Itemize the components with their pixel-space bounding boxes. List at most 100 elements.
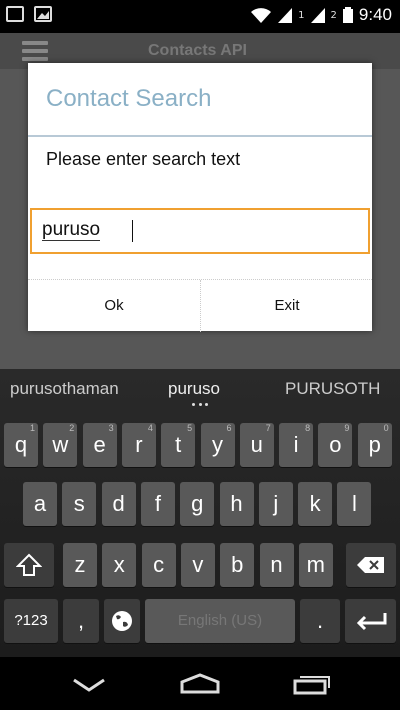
key-label: f <box>154 491 161 516</box>
key-label: v <box>192 552 204 577</box>
key-t[interactable]: t5 <box>161 423 196 467</box>
key-label: x <box>113 552 125 577</box>
key-y[interactable]: y6 <box>200 423 235 467</box>
wifi-icon <box>251 8 272 23</box>
key-label: l <box>351 491 357 516</box>
key-label: o <box>329 432 342 457</box>
key-w[interactable]: w2 <box>43 423 78 467</box>
suggestion-strip: purusothaman puruso PURUSOTH <box>0 369 400 409</box>
key-label: k <box>309 491 321 516</box>
key-label: c <box>153 552 165 577</box>
key-s[interactable]: s <box>62 482 97 526</box>
key-alt-label: 6 <box>226 423 232 433</box>
key-alt-label: 1 <box>29 423 35 433</box>
key-label: d <box>112 491 125 516</box>
suggestion-1[interactable]: purusothaman <box>10 379 119 399</box>
signal-sim1-icon <box>278 8 293 23</box>
key-b[interactable]: b <box>220 543 255 587</box>
language-key[interactable] <box>104 599 140 643</box>
image-notification-icon <box>34 6 52 22</box>
key-label: u <box>250 432 263 457</box>
soft-keyboard: purusothaman puruso PURUSOTH q1w2e3r4t5y… <box>0 369 400 657</box>
text-caret <box>132 220 133 242</box>
dialog-divider <box>28 135 372 137</box>
key-u[interactable]: u7 <box>239 423 274 467</box>
key-label: i <box>293 432 299 457</box>
key-x[interactable]: x <box>102 543 137 587</box>
back-down-icon[interactable] <box>71 675 107 695</box>
recent-apps-icon[interactable] <box>292 672 332 696</box>
backspace-icon <box>357 557 384 573</box>
globe-icon <box>112 611 132 631</box>
key-a[interactable]: a <box>23 482 57 526</box>
key-label: a <box>33 491 47 516</box>
comma-key[interactable]: , <box>63 599 99 643</box>
key-v[interactable]: v <box>180 543 215 587</box>
dialog-message: Please enter search text <box>46 149 241 169</box>
menu-icon[interactable] <box>22 41 48 61</box>
space-key[interactable]: English (US) <box>145 599 295 643</box>
key-alt-label: 8 <box>305 423 311 433</box>
notification-icon <box>6 6 24 22</box>
key-d[interactable]: d <box>101 482 136 526</box>
key-label: g <box>191 491 204 516</box>
key-label: h <box>230 491 243 516</box>
key-n[interactable]: n <box>259 543 294 587</box>
more-suggestions-icon[interactable] <box>192 403 208 407</box>
key-m[interactable]: m <box>298 543 333 587</box>
key-label: q <box>14 432 28 457</box>
key-alt-label: 7 <box>265 423 271 433</box>
key-alt-label: 5 <box>187 423 193 433</box>
key-g[interactable]: g <box>180 482 215 526</box>
exit-button[interactable]: Exit <box>200 280 373 332</box>
key-label: w <box>52 432 69 457</box>
key-label: r <box>135 432 143 457</box>
key-alt-label: 2 <box>69 423 75 433</box>
key-c[interactable]: c <box>141 543 176 587</box>
dialog-button-row: Ok Exit <box>28 279 372 332</box>
suggestion-3[interactable]: PURUSOTH <box>285 379 380 399</box>
key-label: m <box>306 552 325 577</box>
key-label: e <box>93 432 106 457</box>
key-k[interactable]: k <box>298 482 333 526</box>
search-input[interactable]: puruso <box>30 208 370 254</box>
shift-key[interactable] <box>4 543 54 587</box>
ok-button[interactable]: Ok <box>28 280 200 332</box>
app-title: Contacts API <box>148 42 247 59</box>
battery-icon <box>342 7 353 23</box>
enter-key[interactable] <box>345 599 396 643</box>
key-q[interactable]: q1 <box>4 423 38 467</box>
backspace-key[interactable] <box>346 543 396 587</box>
key-alt-label: 9 <box>344 423 350 433</box>
status-bar: 1 2 9:40 <box>0 0 400 33</box>
enter-icon <box>356 613 386 631</box>
key-h[interactable]: h <box>219 482 254 526</box>
key-label: b <box>231 552 244 577</box>
key-f[interactable]: f <box>140 482 175 526</box>
navigation-bar <box>0 657 400 710</box>
suggestion-2[interactable]: puruso <box>168 379 220 399</box>
key-e[interactable]: e3 <box>82 423 117 467</box>
key-r[interactable]: r4 <box>121 423 156 467</box>
key-alt-label: 0 <box>383 423 389 433</box>
key-l[interactable]: l <box>337 482 372 526</box>
key-label: s <box>73 491 85 516</box>
symbols-key[interactable]: ?123 <box>4 599 58 643</box>
sim1-label: 1 <box>298 9 305 21</box>
key-label: j <box>273 491 279 516</box>
key-label: y <box>212 432 223 457</box>
key-label: p <box>368 432 381 457</box>
key-z[interactable]: z <box>63 543 97 587</box>
key-p[interactable]: p0 <box>357 423 392 467</box>
signal-sim2-icon <box>310 8 325 23</box>
key-label: t <box>175 432 182 457</box>
period-key[interactable]: . <box>300 599 340 643</box>
key-o[interactable]: o9 <box>318 423 353 467</box>
shift-icon <box>15 553 43 576</box>
sim2-label: 2 <box>330 9 337 21</box>
key-j[interactable]: j <box>258 482 293 526</box>
key-i[interactable]: i8 <box>279 423 314 467</box>
dialog-title: Contact Search <box>46 85 212 112</box>
key-alt-label: 4 <box>147 423 153 433</box>
home-icon[interactable] <box>178 672 222 696</box>
